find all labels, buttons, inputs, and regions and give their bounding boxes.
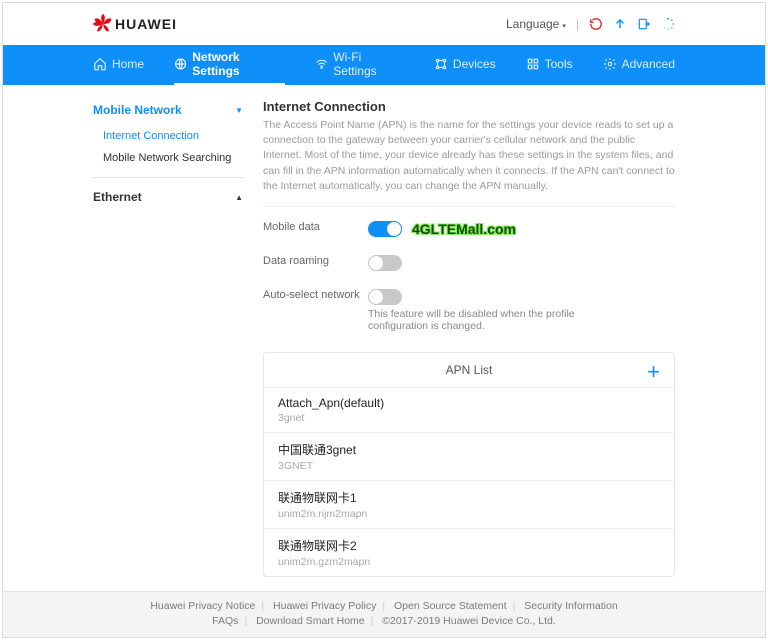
footer-privacy-notice[interactable]: Huawei Privacy Notice: [150, 600, 255, 612]
update-icon[interactable]: [613, 17, 627, 31]
apn-row[interactable]: 中国联通3gnet 3GNET: [264, 433, 674, 481]
footer-security-info[interactable]: Security Information: [524, 600, 617, 612]
divider: [93, 177, 243, 178]
sidebar-item-internet-connection[interactable]: Internet Connection: [103, 125, 243, 147]
page-description: The Access Point Name (APN) is the name …: [263, 118, 675, 207]
wifi-icon: [315, 57, 328, 71]
footer-privacy-policy[interactable]: Huawei Privacy Policy: [273, 600, 376, 612]
nav-wifi-settings[interactable]: Wi-Fi Settings: [315, 45, 404, 85]
chevron-down-icon: ▼: [235, 106, 243, 115]
nav-network-settings[interactable]: Network Settings: [174, 45, 285, 85]
language-selector[interactable]: Language▾: [506, 17, 566, 31]
nav-tools[interactable]: Tools: [526, 45, 573, 85]
apn-row[interactable]: 联通物联网卡1 unim2m.njm2mapn: [264, 481, 674, 529]
chevron-up-icon: ▲: [235, 193, 243, 202]
apn-row[interactable]: Attach_Apn(default) 3gnet: [264, 388, 674, 433]
mobile-data-label: Mobile data: [263, 221, 368, 233]
divider: |: [576, 17, 579, 31]
huawei-icon: [93, 14, 113, 34]
apn-sub: 3GNET: [278, 460, 660, 472]
refresh-icon[interactable]: [589, 17, 603, 31]
apn-sub: unim2m.njm2mapn: [278, 508, 660, 520]
apn-sub: 3gnet: [278, 412, 660, 424]
data-roaming-label: Data roaming: [263, 255, 368, 267]
apn-name: 中国联通3gnet: [278, 441, 660, 458]
apn-name: 联通物联网卡1: [278, 489, 660, 506]
mobile-data-toggle[interactable]: [368, 221, 402, 237]
page-title: Internet Connection: [263, 99, 675, 114]
footer-download[interactable]: Download Smart Home: [256, 615, 365, 627]
auto-select-note: This feature will be disabled when the p…: [368, 308, 588, 332]
footer-open-source[interactable]: Open Source Statement: [394, 600, 507, 612]
footer-copyright: ©2017-2019 Huawei Device Co., Ltd.: [382, 615, 556, 627]
sidebar-item-mobile-network-searching[interactable]: Mobile Network Searching: [103, 147, 243, 169]
apn-name: Attach_Apn(default): [278, 396, 660, 410]
gear-icon: [603, 57, 617, 71]
apn-name: 联通物联网卡2: [278, 537, 660, 554]
auto-select-network-toggle[interactable]: [368, 289, 402, 305]
brand-logo: HUAWEI: [93, 14, 177, 34]
auto-select-network-label: Auto-select network: [263, 289, 368, 301]
brand-text: HUAWEI: [115, 16, 177, 32]
apn-list: APN List + Attach_Apn(default) 3gnet 中国联…: [263, 352, 675, 577]
tools-icon: [526, 57, 540, 71]
logout-icon[interactable]: [637, 17, 651, 31]
apn-add-button[interactable]: +: [647, 361, 660, 383]
apn-list-title: APN List: [446, 363, 493, 377]
watermark: 4GLTEMall.com: [412, 221, 516, 237]
globe-icon: [174, 57, 187, 71]
loading-icon: [661, 17, 675, 31]
footer-faqs[interactable]: FAQs: [212, 615, 238, 627]
sidebar-group-ethernet[interactable]: Ethernet ▲: [93, 186, 243, 208]
apn-row[interactable]: 联通物联网卡2 unim2m.gzm2mapn: [264, 529, 674, 576]
home-icon: [93, 57, 107, 71]
footer: Huawei Privacy Notice| Huawei Privacy Po…: [3, 591, 765, 637]
sidebar-group-mobile-network[interactable]: Mobile Network ▼: [93, 99, 243, 121]
data-roaming-toggle[interactable]: [368, 255, 402, 271]
devices-icon: [434, 57, 448, 71]
nav-home[interactable]: Home: [93, 45, 144, 85]
nav-advanced[interactable]: Advanced: [603, 45, 675, 85]
apn-sub: unim2m.gzm2mapn: [278, 556, 660, 568]
nav-devices[interactable]: Devices: [434, 45, 496, 85]
